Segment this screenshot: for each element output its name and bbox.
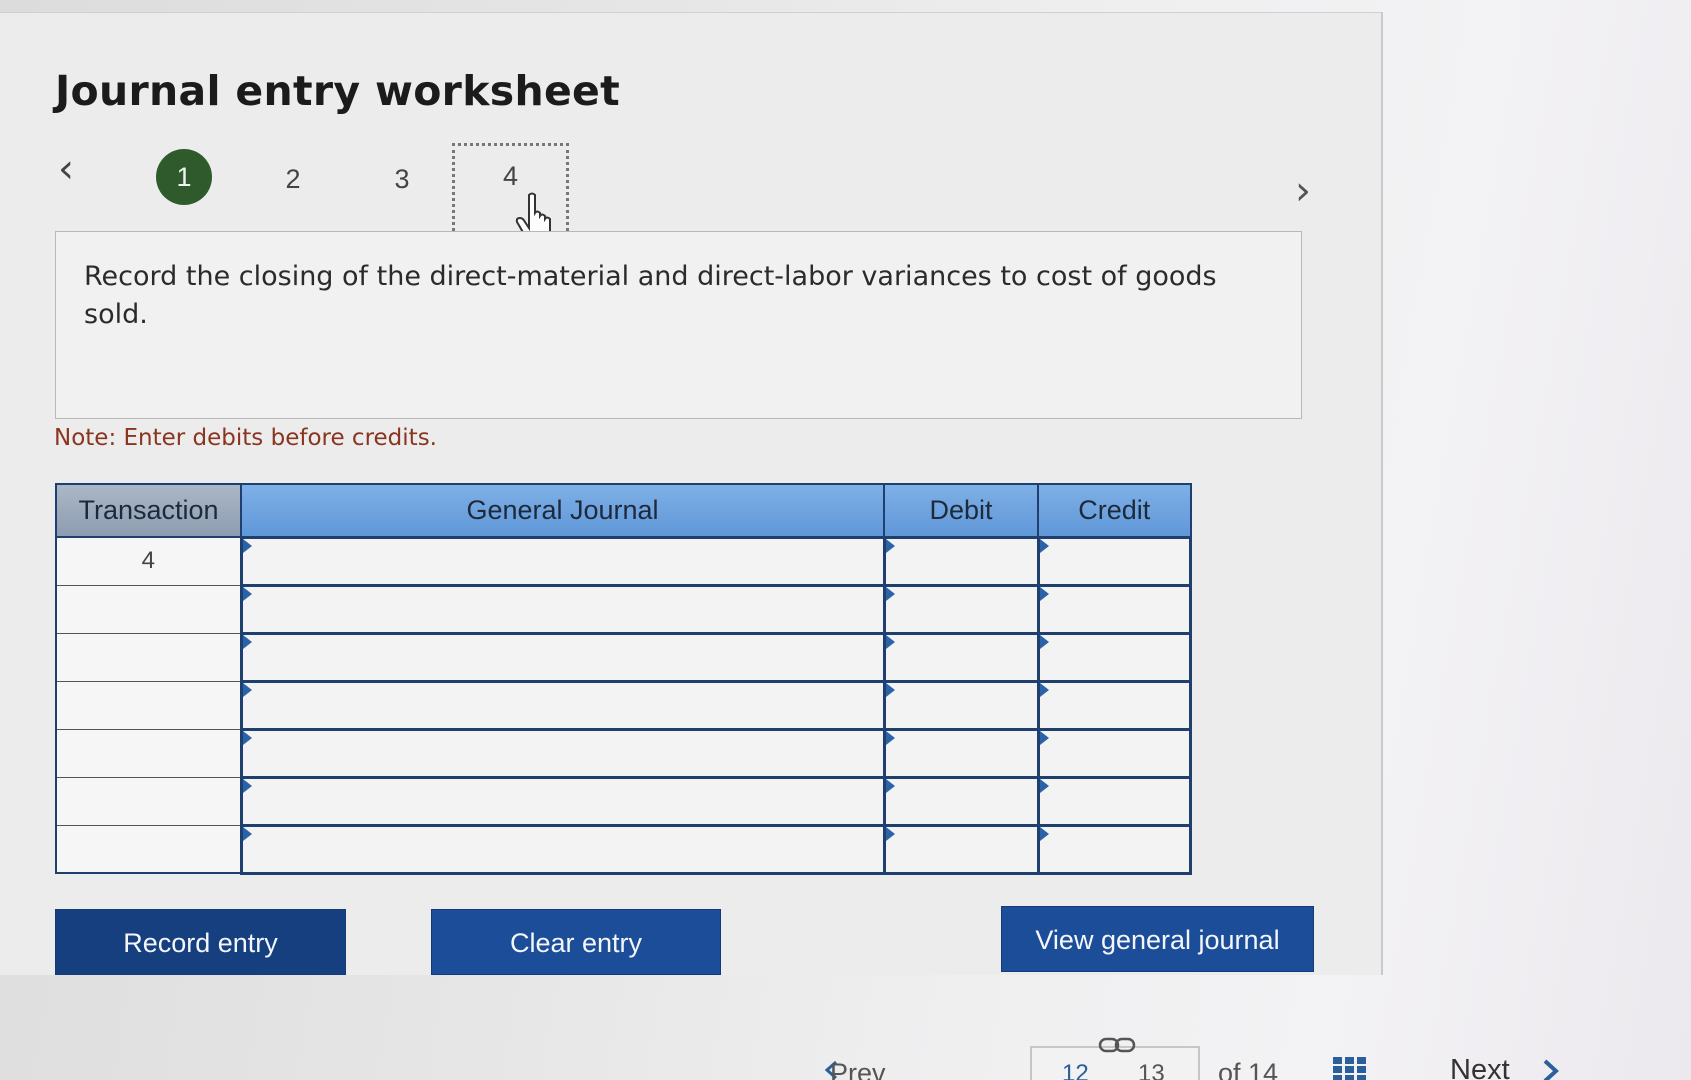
view-general-journal-button[interactable]: View general journal (1001, 906, 1314, 972)
transaction-cell (55, 680, 242, 730)
transaction-cell (55, 584, 242, 634)
table-row (55, 727, 1192, 779)
table-row (55, 631, 1192, 683)
debit-input[interactable] (882, 583, 1040, 635)
transaction-cell: 4 (55, 536, 242, 586)
cell-marker-icon (242, 682, 252, 697)
table-row (55, 775, 1192, 827)
credit-input[interactable] (1036, 727, 1192, 779)
transaction-cell (55, 632, 242, 682)
transaction-cell (55, 728, 242, 778)
account-input[interactable] (239, 823, 886, 875)
clear-entry-button[interactable]: Clear entry (431, 909, 721, 975)
instruction-box: Record the closing of the direct-materia… (55, 231, 1302, 419)
debit-input[interactable] (882, 823, 1040, 875)
record-entry-button[interactable]: Record entry (55, 909, 346, 975)
debit-input[interactable] (882, 775, 1040, 827)
instruction-text: Record the closing of the direct-materia… (84, 261, 1217, 330)
account-input[interactable] (239, 727, 886, 779)
debit-input[interactable] (882, 631, 1040, 683)
cell-marker-icon (885, 682, 895, 697)
account-input[interactable] (239, 535, 886, 587)
journal-entry-table: Transaction General Journal Debit Credit… (55, 483, 1192, 875)
step-2-button[interactable]: 2 (265, 151, 321, 207)
cell-marker-icon (242, 634, 252, 649)
transaction-cell (55, 824, 242, 874)
header-credit: Credit (1037, 483, 1192, 538)
cell-marker-icon (242, 730, 252, 745)
table-row (55, 679, 1192, 731)
account-input[interactable] (239, 583, 886, 635)
prev-link[interactable]: Prev (830, 1058, 886, 1080)
worksheet-panel: Journal entry worksheet ‹ 1 2 3 4 › Reco… (0, 12, 1383, 975)
chevron-right-icon[interactable] (1540, 1058, 1562, 1080)
page-total: of 14 (1218, 1058, 1279, 1080)
debit-input[interactable] (882, 679, 1040, 731)
cell-marker-icon (885, 826, 895, 841)
header-general-journal: General Journal (240, 483, 885, 538)
table-row (55, 583, 1192, 635)
account-input[interactable] (239, 775, 886, 827)
credit-input[interactable] (1036, 631, 1192, 683)
cell-marker-icon (242, 586, 252, 601)
next-link[interactable]: Next (1450, 1054, 1510, 1080)
credit-input[interactable] (1036, 823, 1192, 875)
cell-marker-icon (885, 634, 895, 649)
table-row: 4 (55, 535, 1192, 587)
cell-marker-icon (885, 778, 895, 793)
cell-marker-icon (1039, 586, 1049, 601)
cell-marker-icon (1039, 682, 1049, 697)
header-transaction: Transaction (55, 483, 242, 538)
cell-marker-icon (1039, 634, 1049, 649)
debit-input[interactable] (882, 727, 1040, 779)
credit-input[interactable] (1036, 583, 1192, 635)
cell-marker-icon (1039, 730, 1049, 745)
step-1-button[interactable]: 1 (156, 149, 212, 205)
prev-step-arrow-icon[interactable]: ‹ (58, 146, 74, 192)
page-number-current: 13 (1138, 1060, 1165, 1080)
note-text: Note: Enter debits before credits. (54, 425, 437, 451)
header-debit: Debit (883, 483, 1039, 538)
cell-marker-icon (1039, 778, 1049, 793)
link-icon (1098, 1037, 1136, 1053)
grid-icon[interactable] (1332, 1056, 1368, 1080)
credit-input[interactable] (1036, 775, 1192, 827)
credit-input[interactable] (1036, 679, 1192, 731)
next-step-arrow-icon[interactable]: › (1295, 168, 1311, 214)
cell-marker-icon (885, 538, 895, 553)
cell-marker-icon (242, 538, 252, 553)
cell-marker-icon (885, 730, 895, 745)
table-row (55, 823, 1192, 875)
page-number-prev[interactable]: 12 (1062, 1060, 1089, 1080)
cell-marker-icon (1039, 538, 1049, 553)
account-input[interactable] (239, 631, 886, 683)
worksheet-title: Journal entry worksheet (55, 67, 621, 115)
account-input[interactable] (239, 679, 886, 731)
step-3-button[interactable]: 3 (374, 151, 430, 207)
cell-marker-icon (885, 586, 895, 601)
transaction-cell (55, 776, 242, 826)
footer-nav: Prev 12 13 of 14 Next (0, 1012, 1691, 1080)
cell-marker-icon (1039, 826, 1049, 841)
cell-marker-icon (242, 778, 252, 793)
debit-input[interactable] (882, 535, 1040, 587)
credit-input[interactable] (1036, 535, 1192, 587)
cell-marker-icon (242, 826, 252, 841)
